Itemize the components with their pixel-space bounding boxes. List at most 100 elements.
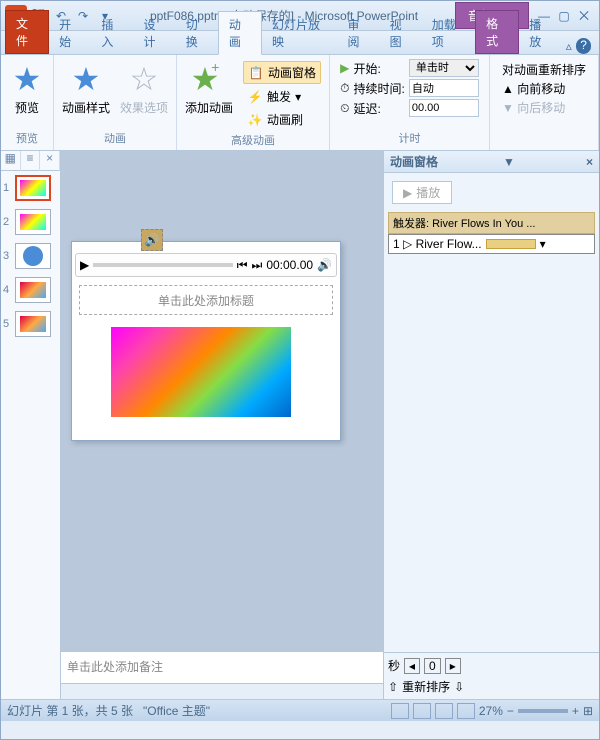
tab-file[interactable]: 文件 bbox=[5, 10, 49, 54]
delay-icon: ⏲ bbox=[340, 101, 349, 116]
zoom-value: 27% bbox=[479, 704, 503, 718]
audio-player[interactable]: ▶ ⏮ ⏭ 00:00.00 🔊 bbox=[75, 253, 337, 277]
reorder-up-icon[interactable]: ⇧ bbox=[388, 680, 398, 694]
outline-tab[interactable]: ≡ bbox=[21, 151, 41, 171]
thumbnail-4[interactable]: 4 bbox=[1, 273, 60, 307]
player-time: 00:00.00 bbox=[266, 258, 313, 272]
thumbnail-3[interactable]: 3 bbox=[1, 239, 60, 273]
zoom-slider[interactable] bbox=[518, 709, 568, 713]
audio-track[interactable] bbox=[93, 263, 232, 267]
group-animation: 动画 bbox=[104, 130, 126, 146]
duration-label: 持续时间: bbox=[354, 80, 405, 97]
tab-review[interactable]: 审阅 bbox=[337, 12, 379, 54]
tab-slideshow[interactable]: 幻灯片放映 bbox=[262, 12, 337, 54]
tab-addins[interactable]: 加载项 bbox=[422, 12, 475, 54]
thumbnail-panel: ▦ ≡ × 1 2 3 4 5 bbox=[1, 151, 61, 699]
delay-input[interactable] bbox=[409, 99, 479, 117]
tab-playback[interactable]: 播放 bbox=[519, 12, 561, 54]
preview-label: 预览 bbox=[15, 99, 39, 116]
ribbon-minimize-icon[interactable]: ▵ bbox=[561, 38, 576, 54]
trigger-header: 触发器: River Flows In You ... bbox=[388, 212, 595, 234]
zoom-out-button[interactable]: − bbox=[507, 704, 514, 718]
preview-button[interactable]: ★ 预览 bbox=[7, 59, 47, 118]
sec-fwd-button[interactable]: ▸ bbox=[445, 658, 461, 674]
thumbnail-1[interactable]: 1 bbox=[1, 171, 60, 205]
pane-title: 动画窗格 bbox=[390, 153, 438, 170]
tab-animations[interactable]: 动画 bbox=[218, 11, 262, 55]
start-label: 开始: bbox=[354, 60, 405, 77]
painter-icon: ✨ bbox=[247, 112, 263, 128]
tab-home[interactable]: 开始 bbox=[49, 12, 91, 54]
tab-design[interactable]: 设计 bbox=[134, 12, 176, 54]
star-icon: ★ bbox=[68, 61, 104, 97]
start-select[interactable]: 单击时 bbox=[409, 59, 479, 77]
delay-label: 延迟: bbox=[354, 100, 405, 117]
animation-pane: 动画窗格 ▼ × ▶ 播放 触发器: River Flows In You ..… bbox=[383, 151, 599, 699]
play-icon: ▶ bbox=[340, 61, 349, 75]
slideshow-view-button[interactable] bbox=[457, 703, 475, 719]
zoom-in-button[interactable]: + bbox=[572, 704, 579, 718]
sorter-view-button[interactable] bbox=[413, 703, 431, 719]
pane-close-icon[interactable]: × bbox=[586, 155, 593, 169]
pane-icon: 📋 bbox=[248, 65, 264, 81]
group-advanced: 高级动画 bbox=[231, 132, 275, 148]
slide[interactable]: 🔊 ▶ ⏮ ⏭ 00:00.00 🔊 单击此处添加标题 bbox=[71, 241, 341, 441]
volume-icon[interactable]: 🔊 bbox=[317, 258, 332, 272]
timing-bar bbox=[486, 239, 536, 249]
ribbon-tabs: 文件 开始 插入 设计 切换 动画 幻灯片放映 审阅 视图 加载项 格式 播放 … bbox=[1, 31, 599, 55]
tab-format[interactable]: 格式 bbox=[475, 10, 519, 54]
title-placeholder[interactable]: 单击此处添加标题 bbox=[79, 285, 333, 315]
trigger-button[interactable]: ⚡ 触发 ▾ bbox=[243, 86, 321, 107]
skip-fwd-icon[interactable]: ⏭ bbox=[252, 258, 263, 273]
fit-button[interactable]: ⊞ bbox=[583, 704, 593, 718]
help-icon[interactable]: ? bbox=[576, 38, 591, 54]
thumbnail-2[interactable]: 2 bbox=[1, 205, 60, 239]
reading-view-button[interactable] bbox=[435, 703, 453, 719]
tab-insert[interactable]: 插入 bbox=[91, 12, 133, 54]
clock-icon: ⏱ bbox=[340, 81, 349, 96]
slide-editor: 🔊 ▶ ⏮ ⏭ 00:00.00 🔊 单击此处添加标题 单击此处添加备注 bbox=[61, 151, 383, 699]
timeline-seconds: 秒 ◂ 0 ▸ bbox=[388, 657, 595, 674]
tab-transitions[interactable]: 切换 bbox=[176, 12, 218, 54]
slide-image[interactable] bbox=[111, 327, 291, 417]
animation-pane-button[interactable]: 📋 动画窗格 bbox=[243, 61, 321, 84]
sec-back-button[interactable]: ◂ bbox=[404, 658, 420, 674]
duration-input[interactable] bbox=[409, 79, 479, 97]
slide-counter: 幻灯片 第 1 张，共 5 张 bbox=[7, 702, 133, 719]
skip-back-icon[interactable]: ⏮ bbox=[237, 258, 248, 273]
add-animation-button[interactable]: ★+ 添加动画 bbox=[183, 59, 235, 132]
move-earlier-button[interactable]: ▲ 向前移动 bbox=[502, 80, 586, 97]
normal-view-button[interactable] bbox=[391, 703, 409, 719]
star-outline-icon: ☆ bbox=[126, 61, 162, 97]
audio-object[interactable]: 🔊 bbox=[141, 229, 163, 251]
lightning-icon: ⚡ bbox=[247, 89, 263, 105]
pane-play-button[interactable]: ▶ 播放 bbox=[392, 181, 452, 204]
reorder-label: 重新排序 bbox=[402, 678, 450, 695]
anim-styles-button[interactable]: ★ 动画样式 bbox=[60, 59, 112, 118]
item-dropdown-icon[interactable]: ▾ bbox=[540, 237, 546, 251]
animation-painter-button[interactable]: ✨ 动画刷 bbox=[243, 109, 321, 130]
reorder-down-icon[interactable]: ⇩ bbox=[454, 680, 464, 694]
preview-icon: ★ bbox=[9, 61, 45, 97]
play-icon[interactable]: ▶ bbox=[80, 258, 89, 272]
pane-dropdown-icon[interactable]: ▼ bbox=[503, 155, 515, 169]
status-bar: 幻灯片 第 1 张，共 5 张 "Office 主题" 27% − + ⊞ bbox=[1, 699, 599, 721]
slides-tab[interactable]: ▦ bbox=[1, 151, 21, 171]
move-later-button: ▼ 向后移动 bbox=[502, 99, 586, 116]
reorder-title: 对动画重新排序 bbox=[502, 61, 586, 78]
theme-name: "Office 主题" bbox=[143, 702, 210, 719]
group-timing: 计时 bbox=[399, 130, 421, 146]
chevron-down-icon: ▾ bbox=[295, 90, 301, 104]
ribbon: ★ 预览 预览 ★ 动画样式 ☆ 效果选项 动画 ★+ 添加动画 📋 bbox=[1, 55, 599, 151]
effect-options-button: ☆ 效果选项 bbox=[118, 59, 170, 118]
content-area: ▦ ≡ × 1 2 3 4 5 🔊 ▶ ⏮ ⏭ 00:00.00 🔊 单击此处添… bbox=[1, 151, 599, 699]
close-thumb-tab[interactable]: × bbox=[40, 151, 60, 171]
horizontal-scrollbar[interactable] bbox=[61, 683, 383, 699]
group-preview: 预览 bbox=[16, 130, 38, 146]
thumbnail-5[interactable]: 5 bbox=[1, 307, 60, 341]
notes-pane[interactable]: 单击此处添加备注 bbox=[61, 651, 383, 683]
star-plus-icon: ★+ bbox=[191, 61, 227, 97]
tab-view[interactable]: 视图 bbox=[380, 12, 422, 54]
close-button[interactable]: ⨉ bbox=[575, 8, 593, 24]
animation-item-1[interactable]: 1 ▷ River Flow... ▾ bbox=[388, 234, 595, 254]
